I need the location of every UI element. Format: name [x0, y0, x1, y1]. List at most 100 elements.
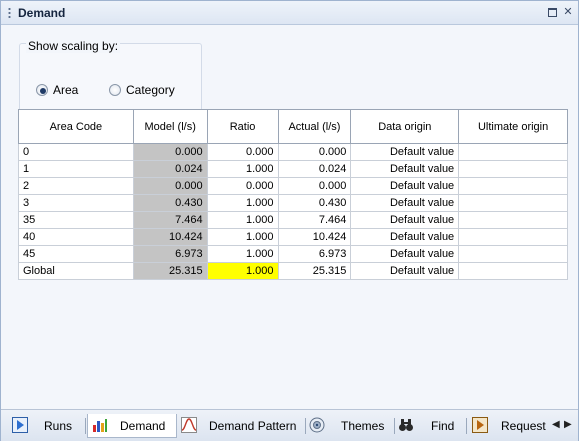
header-area-code[interactable]: Area Code	[18, 109, 134, 144]
cell-model[interactable]: 0.024	[132, 160, 208, 178]
radio-area-circle[interactable]	[36, 84, 48, 96]
cell-actual[interactable]: 10.424	[277, 228, 352, 246]
cell-ratio[interactable]: 1.000	[206, 194, 279, 212]
cell-data-origin[interactable]: Default value	[350, 143, 460, 161]
table-row[interactable]: 40 10.424 1.000 10.424 Default value	[18, 228, 568, 246]
cell-ultimate-origin[interactable]	[458, 177, 568, 195]
table-row[interactable]: 0 0.000 0.000 0.000 Default value	[18, 143, 568, 161]
play-icon	[12, 417, 28, 433]
cell-actual[interactable]: 0.024	[277, 160, 352, 178]
cell-ratio[interactable]: 1.000	[206, 228, 279, 246]
cell-ultimate-origin[interactable]	[458, 160, 568, 178]
pattern-curve-icon	[181, 417, 197, 433]
window-title: Demand	[18, 6, 66, 20]
close-icon[interactable]: ✕	[562, 6, 574, 18]
cell-model[interactable]: 0.430	[132, 194, 208, 212]
radio-category-label[interactable]: Category	[126, 83, 175, 97]
cell-data-origin[interactable]: Default value	[350, 228, 460, 246]
cell-area-code[interactable]: 1	[18, 160, 134, 178]
table-row[interactable]: 35 7.464 1.000 7.464 Default value	[18, 211, 568, 229]
tab-demand[interactable]: Demand	[87, 414, 177, 438]
cell-data-origin[interactable]: Default value	[350, 194, 460, 212]
cell-ultimate-origin[interactable]	[458, 143, 568, 161]
cell-data-origin[interactable]: Default value	[350, 211, 460, 229]
scroll-left-icon[interactable]: ◀	[552, 419, 560, 430]
tab-separator	[466, 418, 467, 434]
tab-request[interactable]: Request	[470, 414, 548, 438]
cell-actual[interactable]: 7.464	[277, 211, 352, 229]
tab-find[interactable]: Find	[398, 414, 462, 438]
cell-area-code[interactable]: Global	[18, 262, 134, 280]
cell-ultimate-origin[interactable]	[458, 228, 568, 246]
table-row[interactable]: 3 0.430 1.000 0.430 Default value	[18, 194, 568, 212]
tab-separator	[305, 418, 306, 434]
cell-actual[interactable]: 0.000	[277, 143, 352, 161]
scroll-right-icon[interactable]: ▶	[564, 419, 572, 430]
tab-separator	[85, 418, 86, 434]
drag-grip-icon[interactable]	[8, 7, 11, 19]
tab-themes-label[interactable]: Themes	[341, 419, 384, 433]
cell-area-code[interactable]: 45	[18, 245, 134, 263]
bottom-tab-bar: Runs Demand Demand Pattern Themes Find R…	[1, 409, 578, 441]
cell-model[interactable]: 0.000	[132, 177, 208, 195]
tab-separator	[394, 418, 395, 434]
cell-actual[interactable]: 25.315	[277, 262, 352, 280]
cell-model[interactable]: 0.000	[132, 143, 208, 161]
cell-ratio[interactable]: 1.000	[206, 245, 279, 263]
table-row-global[interactable]: Global 25.315 1.000 25.315 Default value	[18, 262, 568, 280]
themes-icon	[309, 417, 325, 433]
cell-ratio[interactable]: 0.000	[206, 177, 279, 195]
cell-area-code[interactable]: 2	[18, 177, 134, 195]
cell-area-code[interactable]: 3	[18, 194, 134, 212]
tab-demand-pattern[interactable]: Demand Pattern	[181, 414, 303, 438]
tab-demand-label[interactable]: Demand	[120, 419, 165, 433]
cell-model[interactable]: 6.973	[132, 245, 208, 263]
radio-area-label[interactable]: Area	[53, 83, 78, 97]
tab-find-label[interactable]: Find	[431, 419, 454, 433]
table-row[interactable]: 45 6.973 1.000 6.973 Default value	[18, 245, 568, 263]
cell-ultimate-origin[interactable]	[458, 245, 568, 263]
radio-selected-dot	[40, 88, 46, 94]
cell-area-code[interactable]: 40	[18, 228, 134, 246]
cell-actual[interactable]: 6.973	[277, 245, 352, 263]
cell-model[interactable]: 25.315	[132, 262, 208, 280]
cell-data-origin[interactable]: Default value	[350, 177, 460, 195]
cell-ultimate-origin[interactable]	[458, 194, 568, 212]
tab-runs[interactable]: Runs	[9, 414, 83, 438]
cell-ultimate-origin[interactable]	[458, 211, 568, 229]
header-model[interactable]: Model (l/s)	[132, 109, 208, 144]
radio-category-circle[interactable]	[109, 84, 121, 96]
cell-ultimate-origin[interactable]	[458, 262, 568, 280]
title-bar: Demand ✕	[1, 1, 578, 25]
tab-themes[interactable]: Themes	[309, 414, 391, 438]
header-ultimate-origin[interactable]: Ultimate origin	[458, 109, 568, 144]
request-icon	[472, 417, 488, 433]
content-area: Area Category Show scaling by: Area Code…	[1, 26, 578, 409]
header-actual[interactable]: Actual (l/s)	[277, 109, 352, 144]
table-row[interactable]: 2 0.000 0.000 0.000 Default value	[18, 177, 568, 195]
cell-area-code[interactable]: 0	[18, 143, 134, 161]
cell-ratio-highlighted[interactable]: 1.000	[206, 262, 279, 280]
table-row[interactable]: 1 0.024 1.000 0.024 Default value	[18, 160, 568, 178]
cell-data-origin[interactable]: Default value	[350, 245, 460, 263]
demand-table: Area Code Model (l/s) Ratio Actual (l/s)…	[18, 109, 568, 280]
binoculars-icon	[399, 419, 413, 431]
bar-chart-icon	[93, 419, 107, 432]
cell-ratio[interactable]: 0.000	[206, 143, 279, 161]
cell-actual[interactable]: 0.000	[277, 177, 352, 195]
cell-actual[interactable]: 0.430	[277, 194, 352, 212]
header-ratio[interactable]: Ratio	[206, 109, 279, 144]
scaling-group-label: Show scaling by:	[26, 39, 121, 53]
cell-ratio[interactable]: 1.000	[206, 211, 279, 229]
tab-demand-pattern-label[interactable]: Demand Pattern	[209, 419, 296, 433]
tab-runs-label[interactable]: Runs	[44, 419, 72, 433]
cell-model[interactable]: 7.464	[132, 211, 208, 229]
tab-request-label[interactable]: Request	[501, 419, 546, 433]
cell-model[interactable]: 10.424	[132, 228, 208, 246]
cell-data-origin[interactable]: Default value	[350, 160, 460, 178]
restore-icon[interactable]	[548, 8, 557, 17]
header-data-origin[interactable]: Data origin	[350, 109, 460, 144]
cell-ratio[interactable]: 1.000	[206, 160, 279, 178]
cell-data-origin[interactable]: Default value	[350, 262, 460, 280]
cell-area-code[interactable]: 35	[18, 211, 134, 229]
